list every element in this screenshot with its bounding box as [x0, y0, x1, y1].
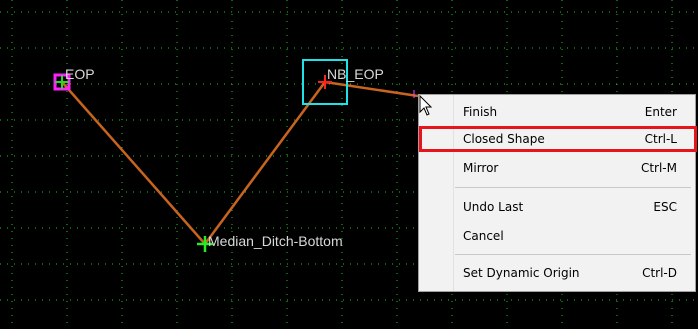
menu-item-undo-last[interactable]: Undo Last ESC	[453, 196, 695, 218]
menu-item-shortcut: Enter	[644, 105, 677, 119]
menu-item-label: Closed Shape	[463, 132, 545, 146]
nb-eop-label: NB_EOP	[327, 66, 384, 82]
menu-item-shortcut: Ctrl-D	[642, 266, 677, 280]
menu-item-cancel[interactable]: Cancel	[453, 225, 695, 247]
menu-icon-column	[419, 95, 454, 291]
menu-item-label: Mirror	[463, 161, 499, 175]
menu-separator	[455, 187, 691, 188]
menu-separator	[455, 254, 691, 255]
menu-item-finish[interactable]: Finish Enter	[453, 101, 695, 123]
menu-item-label: Undo Last	[463, 200, 524, 214]
menu-item-label: Cancel	[463, 229, 504, 243]
median-label: Median_Ditch-Bottom	[208, 233, 343, 249]
context-menu: Finish Enter Closed Shape Ctrl-L Mirror …	[418, 94, 697, 292]
menu-item-label: Set Dynamic Origin	[463, 266, 580, 280]
menu-item-shortcut: ESC	[653, 200, 677, 214]
menu-item-label: Finish	[463, 105, 498, 119]
mouse-pointer-icon	[419, 95, 433, 116]
menu-item-mirror[interactable]: Mirror Ctrl-M	[453, 157, 695, 179]
segment-eop-to-median	[61, 81, 206, 245]
menu-item-closed-shape[interactable]: Closed Shape Ctrl-L	[419, 126, 697, 152]
menu-item-shortcut: Ctrl-L	[644, 132, 677, 146]
eop-label: EOP	[65, 66, 95, 82]
menu-item-shortcut: Ctrl-M	[640, 161, 677, 175]
segment-median-to-nb-eop	[203, 81, 327, 245]
menu-item-set-dynamic-origin[interactable]: Set Dynamic Origin Ctrl-D	[453, 262, 695, 284]
